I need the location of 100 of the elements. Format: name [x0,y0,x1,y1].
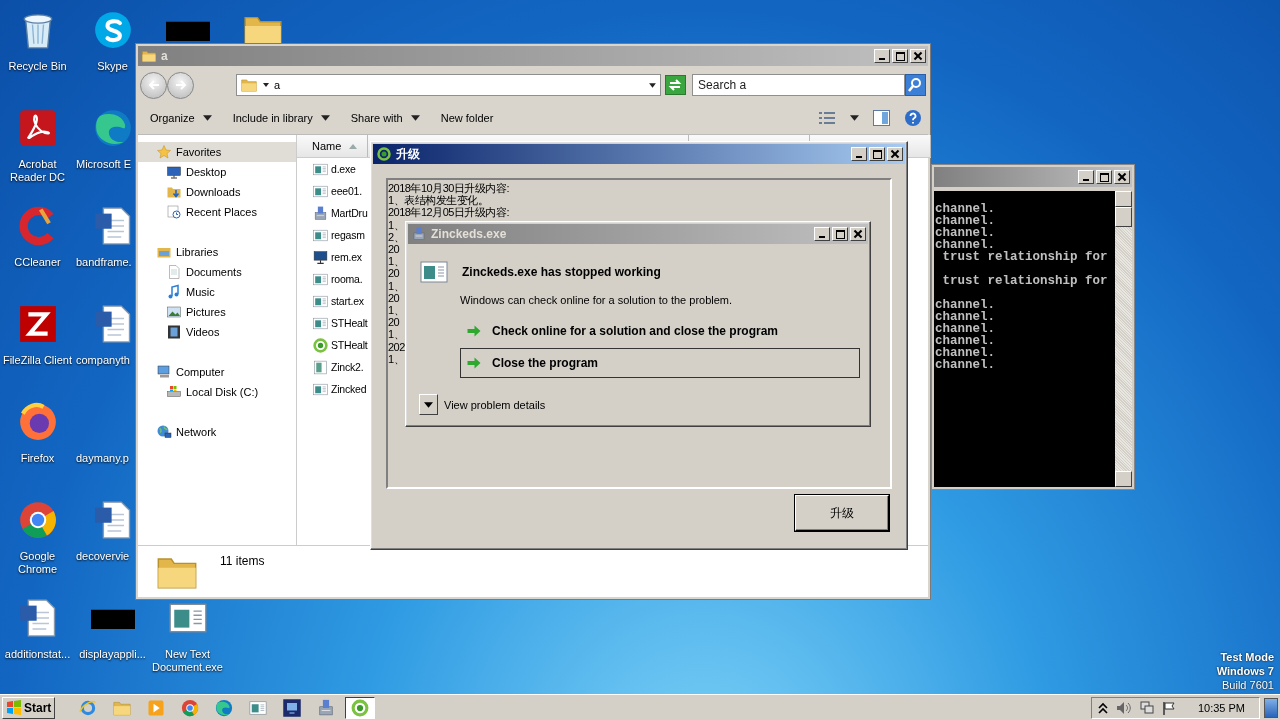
file-item[interactable]: start.ex [297,290,364,312]
close-button[interactable] [850,227,866,241]
toolbar-button[interactable]: Share with [344,109,426,127]
caret-icon[interactable] [262,81,270,89]
clock[interactable]: 10:35 PM [1197,701,1245,714]
search-button[interactable] [904,74,926,96]
monitor-icon [312,248,329,266]
minimize-button[interactable] [814,227,830,241]
nav-item[interactable]: Local Disk (C:) [138,382,296,402]
nav-item[interactable]: Videos [138,322,296,342]
file-item[interactable]: eee01. [297,180,362,202]
nav-item[interactable]: Pictures [138,302,296,322]
file-item[interactable]: rem.ex [297,246,362,268]
error-message: Windows can check online for a solution to the problem. [459,293,734,306]
nav-item[interactable]: Network [138,422,296,442]
icon-label[interactable]: New Text Document.exe [150,648,225,674]
expand-button[interactable] [419,394,438,415]
icon-label[interactable]: Skype [97,60,128,73]
file-item[interactable]: Zincked [297,378,367,400]
show-desktop-button[interactable] [1264,697,1278,718]
drive-icon [166,384,182,400]
maximize-button[interactable] [1096,170,1112,184]
console-line: channel. [934,359,996,371]
file-item[interactable]: STHealt [297,312,368,334]
caret-icon[interactable] [647,80,657,90]
nav-item[interactable]: Desktop [138,162,296,182]
icon-label[interactable]: Recycle Bin [8,60,67,73]
file-item[interactable]: rooma. [297,268,363,290]
icon-label[interactable]: bandframe. [76,256,132,269]
back-arrow-icon [146,78,161,92]
icon-label[interactable]: Google Chrome [0,550,75,576]
file-item[interactable]: d.exe [297,158,356,180]
details-link[interactable]: View problem details [444,398,546,411]
nav-item[interactable]: Downloads [138,182,296,202]
icon-label[interactable]: Acrobat Reader DC [0,158,75,184]
nav-item[interactable]: Libraries [138,242,296,262]
column-header[interactable]: Name [297,135,369,157]
minimize-button[interactable] [874,49,890,63]
item-count: 11 items [220,554,265,569]
arrow-icon [466,355,482,371]
scrollbar[interactable] [1115,191,1132,487]
option-link[interactable]: Check online for a solution and close the program [460,316,860,346]
nav-item[interactable]: Music [138,282,296,302]
file-item[interactable]: Zinck2. [297,356,364,378]
toolbar-button[interactable]: New folder [434,109,500,127]
refresh-button[interactable] [664,75,687,95]
icon-label[interactable]: Microsoft E [76,158,131,171]
address-bar[interactable]: a [236,74,661,96]
maximize-button[interactable] [869,147,885,161]
icon-label[interactable]: companyth [76,354,130,367]
log-line: 1、 [388,328,405,341]
picture-icon [166,304,182,320]
file-item[interactable]: regasm [297,224,365,246]
toolbar-button[interactable]: Organize [144,109,218,127]
file-item[interactable]: STHealt [297,334,368,356]
minimize-button[interactable] [851,147,867,161]
nav-item[interactable]: Documents [138,262,296,282]
flag-icon[interactable] [1161,700,1176,715]
maximize-button[interactable] [832,227,848,241]
log-line: 1、 [388,255,405,268]
nav-item[interactable]: Favorites [138,142,296,162]
arrow-icon [466,323,482,339]
speaker-icon[interactable] [1115,700,1132,715]
console-line: channel. [934,299,996,311]
maximize-button[interactable] [892,49,908,63]
icon-label[interactable]: decovervie [76,550,130,563]
minimize-button[interactable] [1078,170,1094,184]
close-button[interactable] [1114,170,1130,184]
close-button[interactable] [887,147,903,161]
view-options-icon[interactable] [818,111,836,125]
help-icon[interactable] [904,109,922,127]
log-line: 20 [388,316,400,329]
search-field[interactable]: Search a [692,74,905,96]
option-link[interactable]: Close the program [460,348,860,378]
icon-label[interactable]: CCleaner [14,256,61,269]
start-button[interactable]: Start [2,696,56,719]
taskbar-button[interactable] [345,696,376,719]
icon-label[interactable]: Firefox [20,452,55,465]
preview-pane-icon[interactable] [873,110,890,126]
document-icon [166,264,182,280]
icon-label[interactable]: daymany.p [76,452,129,465]
caret-icon[interactable] [850,115,859,121]
icon-label[interactable]: additionstat... [4,648,71,661]
forward-button[interactable] [167,71,194,99]
nav-item[interactable]: Computer [138,362,296,382]
log-line: 1、 [388,304,405,317]
nav-item[interactable]: Recent Places [138,202,296,222]
toolbar-button[interactable]: Include in library [226,109,336,127]
back-button[interactable] [140,71,167,99]
clock-icon [166,204,182,220]
close-button[interactable] [910,49,926,63]
network-icon[interactable] [1139,700,1154,715]
upgrade-button[interactable]: 升级 [795,495,889,531]
file-item[interactable]: MartDru [297,202,368,224]
chevron-icon[interactable] [1097,701,1108,714]
icon-label[interactable]: FileZilla Client [2,354,73,367]
icon-label[interactable]: displayappli... [79,648,146,661]
installer-icon [312,204,329,222]
console-line: channel. [934,227,996,239]
sort-arrow-icon [349,143,358,149]
